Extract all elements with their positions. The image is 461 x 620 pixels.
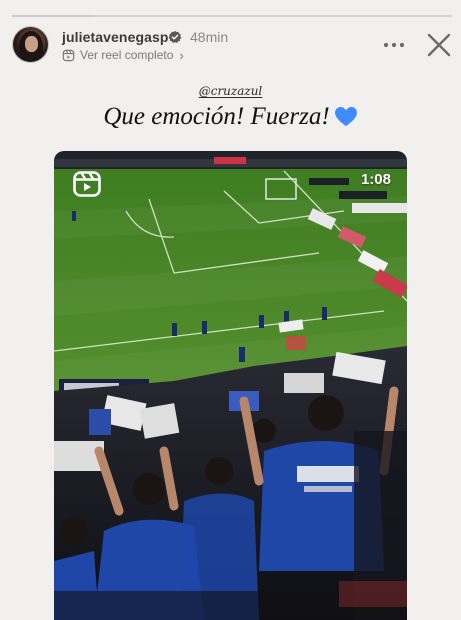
- video-duration: 1:08: [360, 171, 391, 188]
- verified-icon: [168, 30, 182, 43]
- story-caption: Que emoción! Fuerza!: [0, 103, 461, 131]
- story-timestamp: 48min: [190, 29, 229, 45]
- avatar[interactable]: [13, 27, 48, 62]
- chevron-right-icon: ›: [179, 47, 184, 63]
- mention-sticker[interactable]: @cruzazul: [0, 84, 461, 98]
- username[interactable]: julietavenegasp: [62, 29, 169, 45]
- caption-text: Que emoción! Fuerza!: [103, 103, 330, 130]
- avatar-face: [25, 36, 38, 52]
- story-progress-fill: [12, 15, 92, 17]
- view-full-reel-link[interactable]: Ver reel completo ›: [62, 46, 184, 64]
- story-viewer: julietavenegasp 48min Ver reel completo …: [0, 0, 461, 620]
- reels-icon: [73, 171, 101, 197]
- more-icon: [383, 42, 405, 48]
- shared-reel-preview[interactable]: 1:08: [54, 151, 407, 620]
- view-full-reel-label: Ver reel completo: [80, 48, 174, 62]
- story-progress-bar: [12, 15, 452, 17]
- close-button[interactable]: [427, 33, 451, 57]
- heart-icon: [334, 107, 357, 126]
- stadium-video-frame: [54, 151, 407, 620]
- mention-text: @cruzazul: [198, 84, 263, 98]
- reel-icon: [62, 49, 75, 61]
- close-icon: [427, 33, 451, 57]
- more-options-button[interactable]: [382, 36, 406, 54]
